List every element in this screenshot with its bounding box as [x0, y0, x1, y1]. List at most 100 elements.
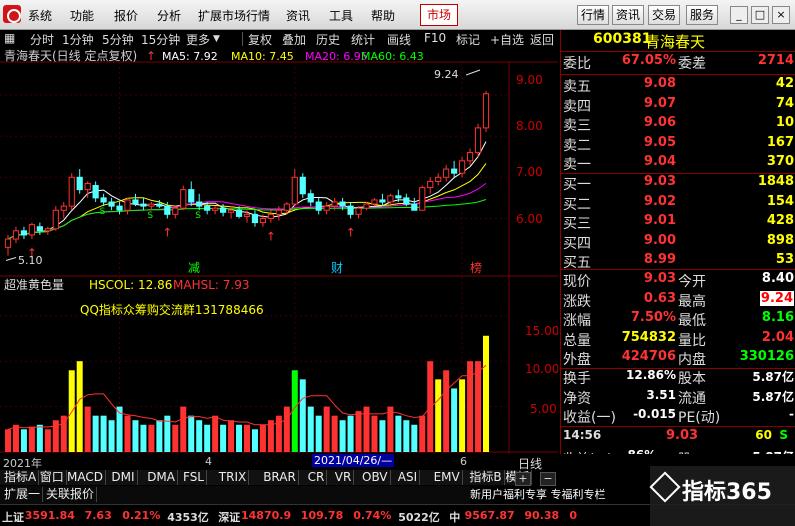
indicator-tab[interactable]: DMA	[145, 470, 178, 485]
tab-5min[interactable]: 5分钟	[102, 31, 134, 48]
zoom-out-button[interactable]: −	[540, 472, 556, 486]
bid-row: 买一 9.03 1848	[561, 174, 795, 194]
indicator-tab[interactable]: 指标A	[2, 470, 40, 485]
indicator-tab[interactable]: MACD	[65, 470, 106, 485]
candle-body	[459, 160, 466, 174]
indicator-tab[interactable]: OBV	[360, 470, 391, 485]
candle-body	[28, 224, 35, 236]
indicator-tab[interactable]: 窗口	[38, 470, 67, 485]
stat-row: 涨幅 7.50% 最低 8.16	[561, 310, 795, 330]
bid-volume: 1848	[757, 174, 794, 189]
stat-label: 外盘	[563, 352, 591, 368]
subchart-title: 超准黄色量	[4, 277, 64, 292]
stat2-row: 换手 12.86% 股本 5.87亿	[561, 368, 795, 388]
minimize-icon[interactable]: _	[730, 6, 748, 24]
menu-help[interactable]: 帮助	[371, 7, 395, 24]
volume-bar	[12, 424, 19, 452]
indicator-tab[interactable]: ASI	[396, 470, 421, 485]
index-value: 3591.84	[24, 509, 75, 522]
maximize-icon[interactable]: □	[751, 6, 769, 24]
candle-body	[299, 176, 306, 195]
btn-fuwu[interactable]: 服务	[686, 5, 718, 25]
toolbar-fenshi-icon[interactable]: ▦	[4, 31, 15, 45]
volume-bar	[315, 415, 322, 452]
candle-body	[68, 176, 75, 207]
ask-label: 卖五	[563, 79, 591, 95]
tab-fenshi[interactable]: 分时	[30, 31, 54, 48]
stat-row: 涨跌 0.63 最高 9.24	[561, 290, 795, 311]
brand-watermark: 指标365	[649, 466, 795, 526]
candle-body	[482, 93, 490, 129]
tab-15min[interactable]: 15分钟	[141, 31, 180, 48]
volume-bar	[100, 415, 107, 452]
menu-extended-market[interactable]: 扩展市场行情	[198, 7, 270, 24]
stat2-row: 净资 3.51 流通 5.87亿	[561, 388, 795, 408]
volume-bar	[28, 426, 35, 452]
stat-label: 现价	[563, 274, 591, 290]
tab-related-quote[interactable]: 关联报价	[44, 487, 98, 502]
menu-quote[interactable]: 报价	[114, 7, 138, 24]
btn-add-favorite[interactable]: +自选	[490, 31, 524, 48]
indicator-tab[interactable]: BRAR	[261, 470, 299, 485]
volume-bar	[172, 424, 179, 452]
indicator-tab[interactable]: TRIX	[217, 470, 250, 485]
btn-fuquan[interactable]: 复权	[248, 31, 272, 48]
btn-jiaoyi[interactable]: 交易	[648, 5, 680, 25]
tab-more[interactable]: 更多	[186, 31, 210, 48]
candle-body	[267, 213, 274, 219]
btn-tongji[interactable]: 统计	[351, 31, 375, 48]
event-reduce-label: 减	[188, 261, 200, 275]
menu-analysis[interactable]: 分析	[157, 7, 181, 24]
close-icon[interactable]: ×	[772, 6, 790, 24]
tab-extension[interactable]: 扩展一	[2, 487, 44, 502]
stat-label: 涨跌	[563, 293, 591, 310]
candle-body	[387, 195, 394, 203]
menu-function[interactable]: 功能	[70, 7, 94, 24]
index-value: 7.63	[84, 509, 112, 522]
index-value: 深证	[218, 511, 241, 524]
indicator-tab[interactable]: VR	[333, 470, 355, 485]
ask-row: 卖三 9.06 10	[561, 115, 795, 135]
stat-value: 9.03	[643, 271, 676, 286]
chevron-down-icon[interactable]: ▼	[213, 34, 220, 44]
volume-bar	[299, 379, 306, 452]
indicator-tab[interactable]: EMV	[432, 470, 463, 485]
menu-tools[interactable]: 工具	[329, 7, 353, 24]
zoom-in-button[interactable]: +	[515, 472, 531, 486]
indicator-tab[interactable]: FSL	[181, 470, 207, 485]
candle-body	[403, 197, 410, 205]
stat-label: 今开	[678, 274, 706, 290]
menu-market[interactable]: 市场	[420, 4, 458, 26]
tab-1min[interactable]: 1分钟	[62, 31, 94, 48]
candle-body	[275, 209, 282, 215]
promo-banner[interactable]: 新用户福利专享 专福利专栏	[470, 486, 650, 504]
volume-bar	[228, 420, 235, 452]
index-value: 上证	[2, 511, 24, 524]
indicator-tab[interactable]: 指标B	[467, 470, 505, 485]
stat-label: 总量	[563, 332, 591, 349]
stat2-value: -0.015	[633, 407, 676, 421]
bid-price: 8.99	[643, 252, 676, 267]
menu-news[interactable]: 资讯	[286, 7, 310, 24]
kline-chart[interactable]: ↑ ↑ ↑ ↑ S S S 青海春天(日线 定点复权) ↑ MA5: 7.92 MA10: …	[0, 48, 559, 454]
ask-row: 卖二 9.05 167	[561, 135, 795, 155]
btn-lishi[interactable]: 历史	[316, 31, 340, 48]
btn-huaxian[interactable]: 画线	[387, 31, 411, 48]
indicator-tab[interactable]: DMI	[109, 470, 138, 485]
btn-hangqing[interactable]: 行情	[577, 5, 609, 25]
volume-bar	[244, 424, 250, 452]
indicator-tab[interactable]: CR	[306, 470, 328, 485]
btn-zixun[interactable]: 资讯	[612, 5, 644, 25]
btn-back[interactable]: 返回	[530, 31, 554, 48]
volume-bar	[283, 406, 290, 452]
btn-f10[interactable]: F10	[424, 31, 446, 45]
signal-marker: S	[147, 211, 153, 221]
btn-diejia[interactable]: 叠加	[282, 31, 306, 48]
btn-biaoji[interactable]: 标记	[456, 31, 480, 48]
menu-system[interactable]: 系统	[28, 7, 52, 24]
candle-body	[12, 230, 20, 240]
stat2-label: PE(动)	[678, 410, 721, 426]
index-value: 109.78	[300, 509, 344, 522]
promo-text[interactable]: 新用户福利专享 专福利专栏	[470, 488, 606, 501]
app-logo-icon	[3, 5, 21, 23]
